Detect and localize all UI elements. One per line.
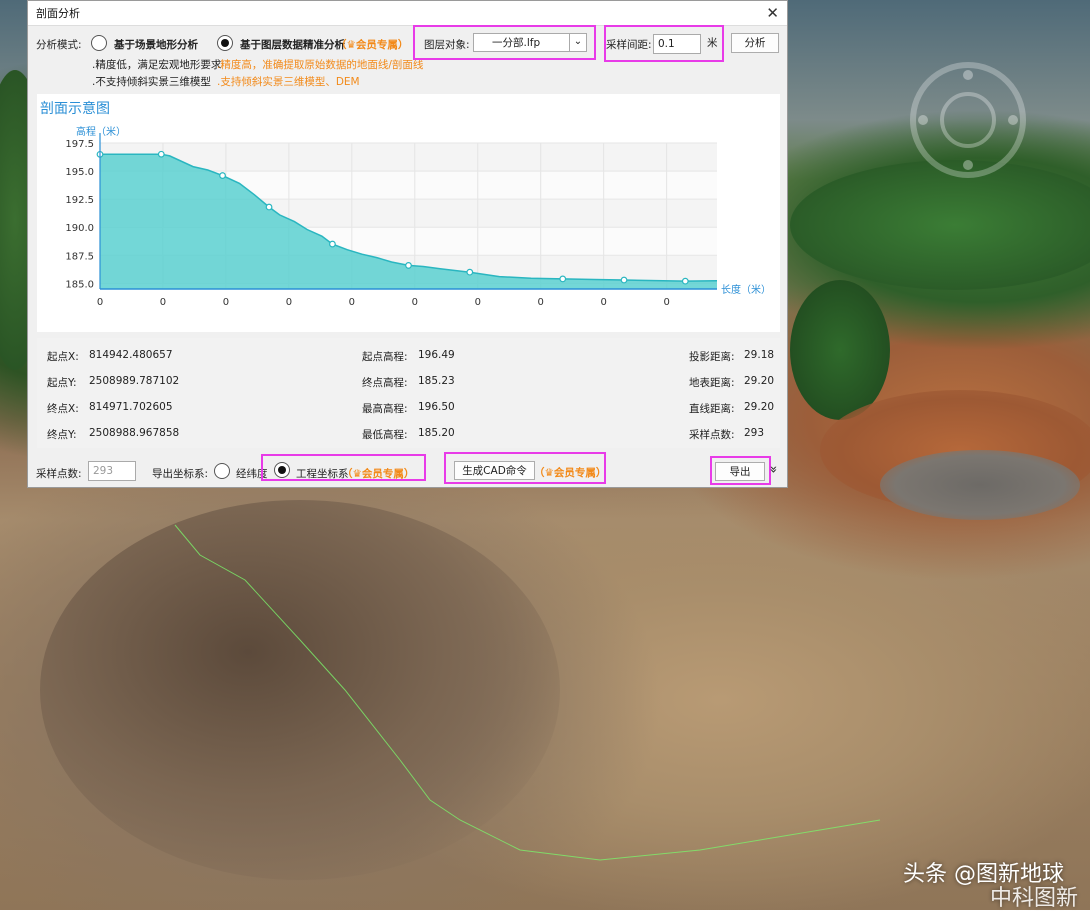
section-line [174, 524, 881, 861]
end-h-label: 终点高程: [362, 377, 408, 389]
navigation-pan-control[interactable] [940, 92, 996, 148]
start-x-value: 814942.480657 [89, 349, 173, 361]
max-h-value: 196.50 [418, 401, 455, 413]
proj-dist-value: 29.18 [744, 349, 775, 361]
end-x-label: 终点X: [47, 403, 79, 415]
line-dist-value: 29.20 [744, 401, 775, 413]
mode-label: 分析模式: [36, 39, 82, 51]
cad-vip-badge: （♛会员专属） [534, 467, 607, 479]
section-analysis-dialog: 剖面分析 ✕ 分析模式: 基于场景地形分析 .精度低，满足宏观地形要求 .不支持… [27, 0, 788, 488]
start-h-label: 起点高程: [362, 351, 408, 363]
y-tick-label: 192.5 [65, 195, 94, 206]
sampling-input[interactable]: 0.1 [653, 34, 701, 54]
min-h-value: 185.20 [418, 427, 455, 439]
profile-marker [620, 276, 628, 284]
end-h-value: 185.23 [418, 375, 455, 387]
profile-marker [219, 172, 226, 179]
nav-left-dot[interactable] [918, 115, 928, 125]
end-y-value: 2508988.967858 [89, 427, 180, 439]
layer-select-value: 一分部.lfp [492, 37, 541, 49]
x-tick-label: 0 [475, 297, 481, 308]
profile-marker [265, 203, 273, 211]
generate-cad-button[interactable]: 生成CAD命令 [454, 461, 535, 480]
x-tick-label: 0 [160, 297, 166, 308]
y-tick-label: 195.0 [65, 167, 94, 178]
expand-icon[interactable]: » [765, 466, 780, 474]
profile-marker [466, 268, 474, 276]
footer-samples-label: 采样点数: [36, 468, 82, 480]
x-tick-label: 0 [286, 297, 292, 308]
mode-terrain-desc1: .精度低，满足宏观地形要求 [92, 59, 222, 71]
profile-marker [681, 277, 689, 285]
coord-engineering-label[interactable]: 工程坐标系 [296, 466, 349, 481]
mode-layer-desc2: .支持倾斜实景三维模型、DEM [217, 76, 360, 88]
close-icon[interactable]: ✕ [766, 4, 779, 22]
layer-select[interactable]: 一分部.lfp ⌄ [473, 33, 587, 52]
y-axis-label: 高程（米） [76, 125, 126, 138]
coord-lonlat-radio[interactable] [214, 463, 230, 479]
end-y-label: 终点Y: [47, 429, 77, 441]
y-tick-label: 197.5 [65, 139, 94, 150]
x-tick-label: 0 [600, 297, 606, 308]
mode-layer-radio[interactable] [217, 35, 233, 51]
profile-marker [559, 275, 567, 283]
coord-engineering-radio[interactable] [274, 462, 290, 478]
export-button[interactable]: 导出 [715, 462, 765, 481]
sampling-unit: 米 [707, 37, 718, 49]
stats-panel: 起点X: 814942.480657 起点Y: 2508989.787102 终… [37, 338, 780, 448]
min-h-label: 最低高程: [362, 429, 408, 441]
navigation-compass[interactable] [910, 62, 1026, 178]
y-tick-label: 187.5 [65, 251, 94, 262]
max-h-label: 最高高程: [362, 403, 408, 415]
end-x-value: 814971.702605 [89, 401, 173, 413]
mode-terrain-label[interactable]: 基于场景地形分析 [114, 37, 198, 52]
mode-layer-label[interactable]: 基于图层数据精准分析 [240, 37, 345, 52]
sampling-label: 采样间距: [606, 39, 652, 51]
x-tick-label: 0 [538, 297, 544, 308]
samples-stat-value: 293 [744, 427, 765, 439]
mode-layer-vip-badge: （♛会员专属） [336, 39, 409, 51]
start-h-value: 196.49 [418, 349, 455, 361]
nav-up-dot[interactable] [963, 70, 973, 80]
profile-marker [329, 240, 336, 248]
mode-layer-desc1: .精度高，准确提取原始数据的地面线/剖面线 [217, 59, 424, 71]
y-tick-label: 190.0 [65, 223, 94, 234]
dialog-title: 剖面分析 [36, 7, 80, 20]
mode-terrain-radio[interactable] [91, 35, 107, 51]
line-dist-label: 直线距离: [689, 403, 735, 415]
x-axis-label: 长度（米） [721, 283, 771, 296]
x-tick-label: 0 [663, 297, 669, 308]
start-x-label: 起点X: [47, 351, 79, 363]
start-y-value: 2508989.787102 [89, 375, 180, 387]
coord-label: 导出坐标系: [152, 468, 209, 480]
dialog-titlebar[interactable]: 剖面分析 ✕ [28, 1, 787, 26]
mode-terrain-desc2: .不支持倾斜实景三维模型 [92, 76, 211, 88]
profile-chart[interactable]: 197.5195.0192.5190.0187.5185.00 0 0 0 0 0 0 0 0 0… [37, 94, 780, 332]
profile-marker [405, 262, 412, 269]
analyze-button[interactable]: 分析 [731, 33, 779, 53]
x-tick-label: 0 [97, 297, 103, 308]
surf-dist-label: 地表距离: [689, 377, 735, 389]
footer-samples-input[interactable]: 293 [88, 461, 136, 481]
coord-vip-badge: （♛会员专属） [342, 468, 415, 480]
profile-marker [157, 150, 165, 158]
nav-right-dot[interactable] [1008, 115, 1018, 125]
chart-panel: 剖面示意图 197.5 195.0 192.5 190.0 187.5 185.0 0 0 0 0… [37, 94, 780, 332]
x-tick-label: 0 [349, 297, 355, 308]
x-tick-label: 0 [412, 297, 418, 308]
x-tick-label: 0 [223, 297, 229, 308]
nav-down-dot[interactable] [963, 160, 973, 170]
y-tick-label: 185.0 [65, 279, 94, 290]
start-y-label: 起点Y: [47, 377, 77, 389]
chevron-down-icon[interactable]: ⌄ [569, 33, 586, 52]
layer-label: 图层对象: [424, 39, 470, 51]
samples-stat-label: 采样点数: [689, 429, 735, 441]
surf-dist-value: 29.20 [744, 375, 775, 387]
watermark-line2: 中科图新 [989, 886, 1078, 911]
proj-dist-label: 投影距离: [689, 351, 735, 363]
